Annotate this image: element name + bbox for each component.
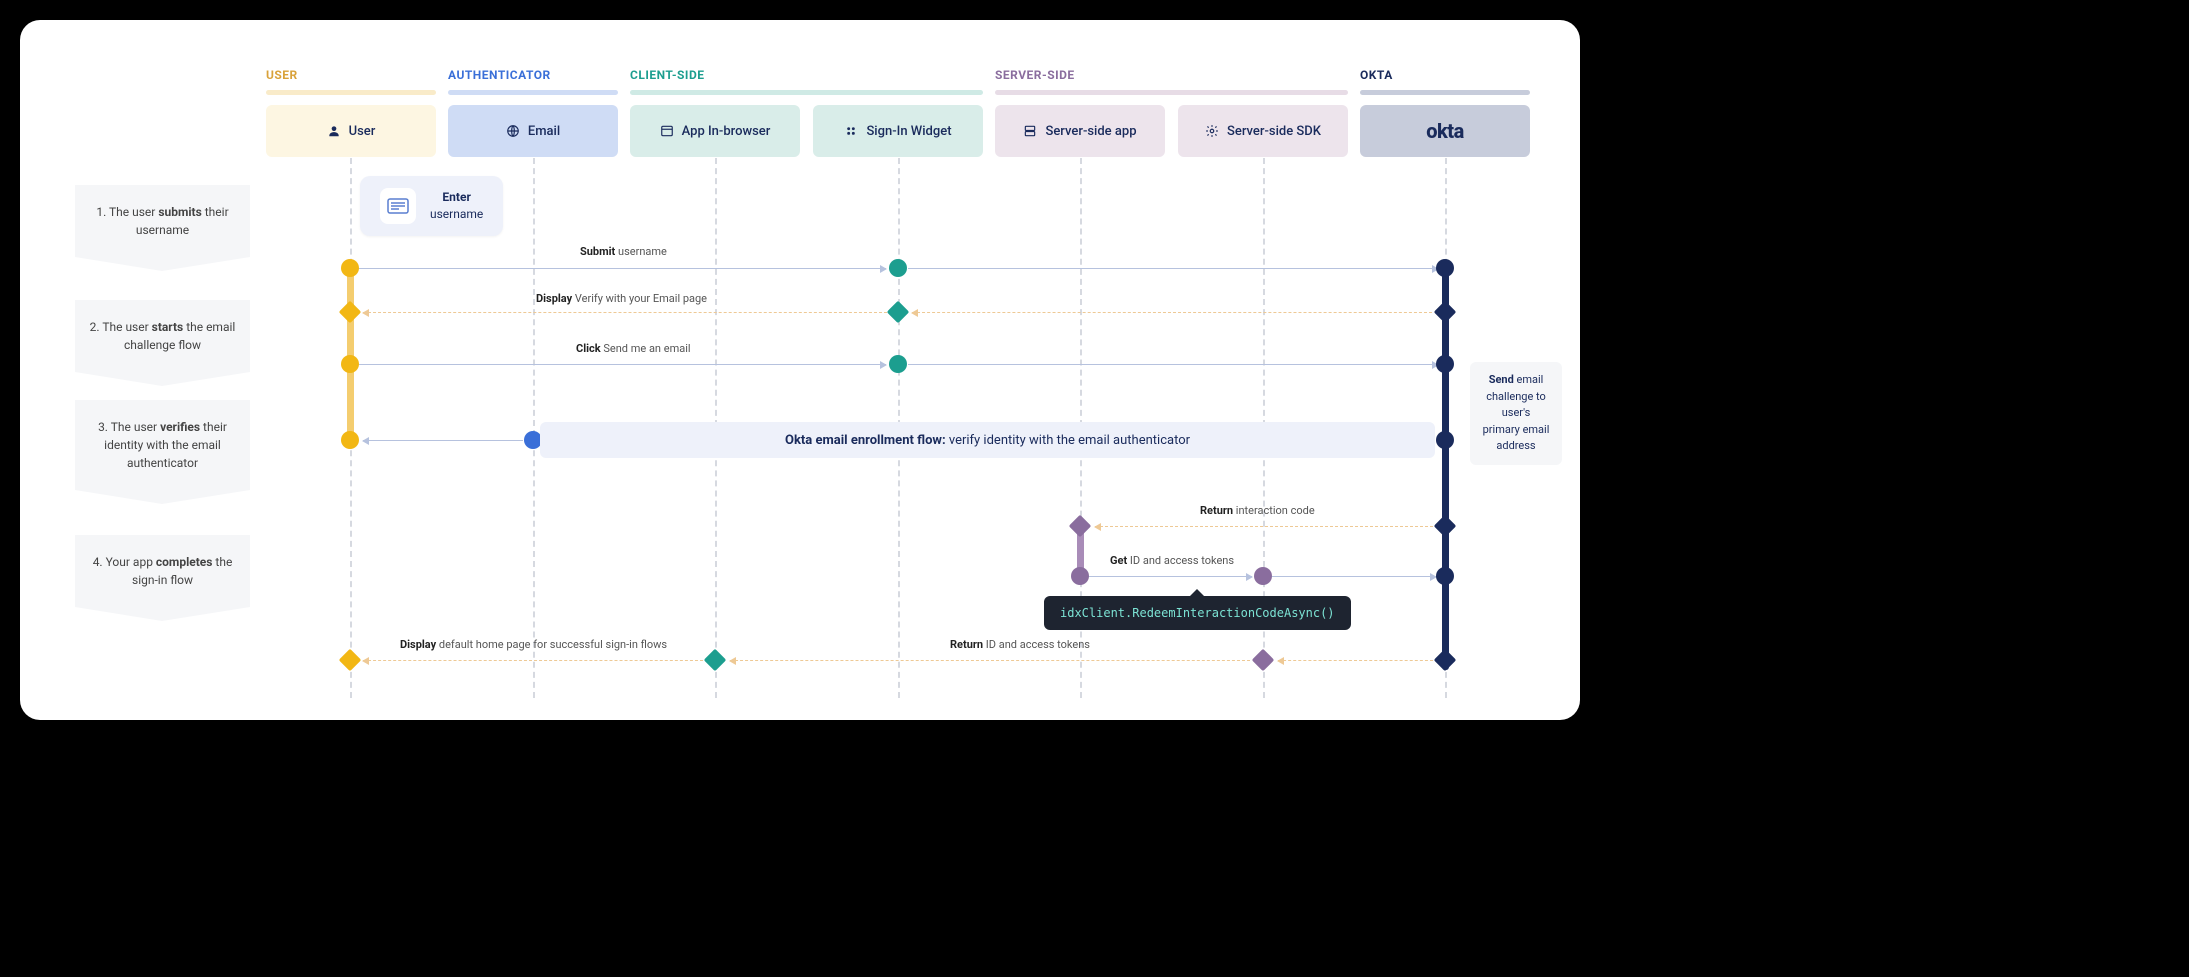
form-icon	[380, 188, 416, 224]
node-widget-submit	[889, 259, 907, 277]
person-icon	[327, 124, 341, 138]
node-okta-verify	[1434, 301, 1457, 324]
node-sdk-get	[1254, 567, 1272, 585]
msg-submit-arrow-2	[908, 268, 1438, 269]
col-auth-label: AUTHENTICATOR	[448, 68, 551, 82]
node-user-click	[341, 355, 359, 373]
window-icon	[660, 124, 674, 138]
step-2: 2. The user starts the email challenge f…	[75, 300, 250, 372]
enter-username-card: Enterusername	[360, 176, 503, 236]
grid-icon	[844, 124, 858, 138]
col-auth-bar	[448, 90, 618, 95]
col-okta-bar	[1360, 90, 1530, 95]
col-user-bar	[266, 90, 436, 95]
col-user-label: USER	[266, 68, 298, 82]
node-okta-get	[1436, 567, 1454, 585]
node-widget-verify	[887, 301, 910, 324]
step-4: 4. Your app completes the sign-in flow	[75, 535, 250, 607]
msg-return-code-label: Return interaction code	[1200, 504, 1315, 517]
lane-okta: okta	[1360, 105, 1530, 157]
msg-get-tokens-arrow	[1088, 576, 1252, 577]
msg-click-send-label: Click Send me an email	[576, 342, 691, 355]
col-server-bar	[995, 90, 1348, 95]
msg-display-verify-arrow	[363, 312, 887, 313]
node-user-submit	[341, 259, 359, 277]
msg-display-verify-label: Display Verify with your Email page	[536, 292, 707, 305]
lane-app: Server-side app	[995, 105, 1165, 157]
node-sdk-ret	[1252, 649, 1275, 672]
node-okta-ret	[1434, 649, 1457, 672]
node-okta-code	[1434, 515, 1457, 538]
globe-icon	[506, 124, 520, 138]
okta-logo-icon: okta	[1426, 119, 1464, 143]
msg-return-tokens-label: Return ID and access tokens	[950, 638, 1090, 651]
msg-display-home-arrow	[363, 660, 703, 661]
col-client-bar	[630, 90, 983, 95]
step-3: 3. The user verifies their identity with…	[75, 400, 250, 490]
node-okta-click	[1436, 355, 1454, 373]
lane-user: User	[266, 105, 436, 157]
node-browser-home	[704, 649, 727, 672]
msg-get-tokens-label: Get ID and access tokens	[1110, 554, 1234, 567]
lane-widget: Sign-In Widget	[813, 105, 983, 157]
node-okta-flow	[1436, 431, 1454, 449]
activation-user	[347, 260, 354, 448]
msg-get-tokens-arrow-2	[1272, 576, 1436, 577]
msg-return-tokens-arrow-2	[1278, 660, 1433, 661]
send-email-note: Send email challenge to user's primary e…	[1470, 362, 1562, 465]
msg-display-verify-arrow-2	[912, 312, 1432, 313]
col-client-label: CLIENT-SIDE	[630, 68, 705, 82]
enrollment-flow-bar: Okta email enrollment flow: verify ident…	[540, 422, 1435, 458]
msg-return-code-arrow	[1095, 526, 1433, 527]
msg-click-send-arrow-2	[908, 364, 1438, 365]
lane-email: Email	[448, 105, 618, 157]
node-user-home	[339, 649, 362, 672]
node-okta-submit	[1436, 259, 1454, 277]
step-1: 1. The user submits their username	[75, 185, 250, 257]
sequence-diagram: USER AUTHENTICATOR CLIENT-SIDE SERVER-SI…	[20, 20, 1580, 720]
lifeline-email	[533, 158, 535, 698]
node-user-verify	[339, 301, 362, 324]
server-icon	[1023, 124, 1037, 138]
msg-submit-arrow	[358, 268, 886, 269]
lane-sdk: Server-side SDK	[1178, 105, 1348, 157]
msg-return-tokens-arrow	[730, 660, 1250, 661]
col-okta-label: OKTA	[1360, 68, 1393, 82]
node-widget-click	[889, 355, 907, 373]
msg-click-send-arrow	[358, 364, 886, 365]
msg-submit-label: Submit username	[580, 245, 667, 258]
node-user-flow	[341, 431, 359, 449]
flow-left-arrow	[363, 440, 523, 441]
lane-browser: App In-browser	[630, 105, 800, 157]
node-app-code	[1069, 515, 1092, 538]
code-tooltip: idxClient.RedeemInteractionCodeAsync()	[1044, 596, 1351, 630]
col-server-label: SERVER-SIDE	[995, 68, 1075, 82]
msg-display-home-label: Display default home page for successful…	[400, 638, 667, 651]
node-app-get	[1071, 567, 1089, 585]
gear-icon	[1205, 124, 1219, 138]
